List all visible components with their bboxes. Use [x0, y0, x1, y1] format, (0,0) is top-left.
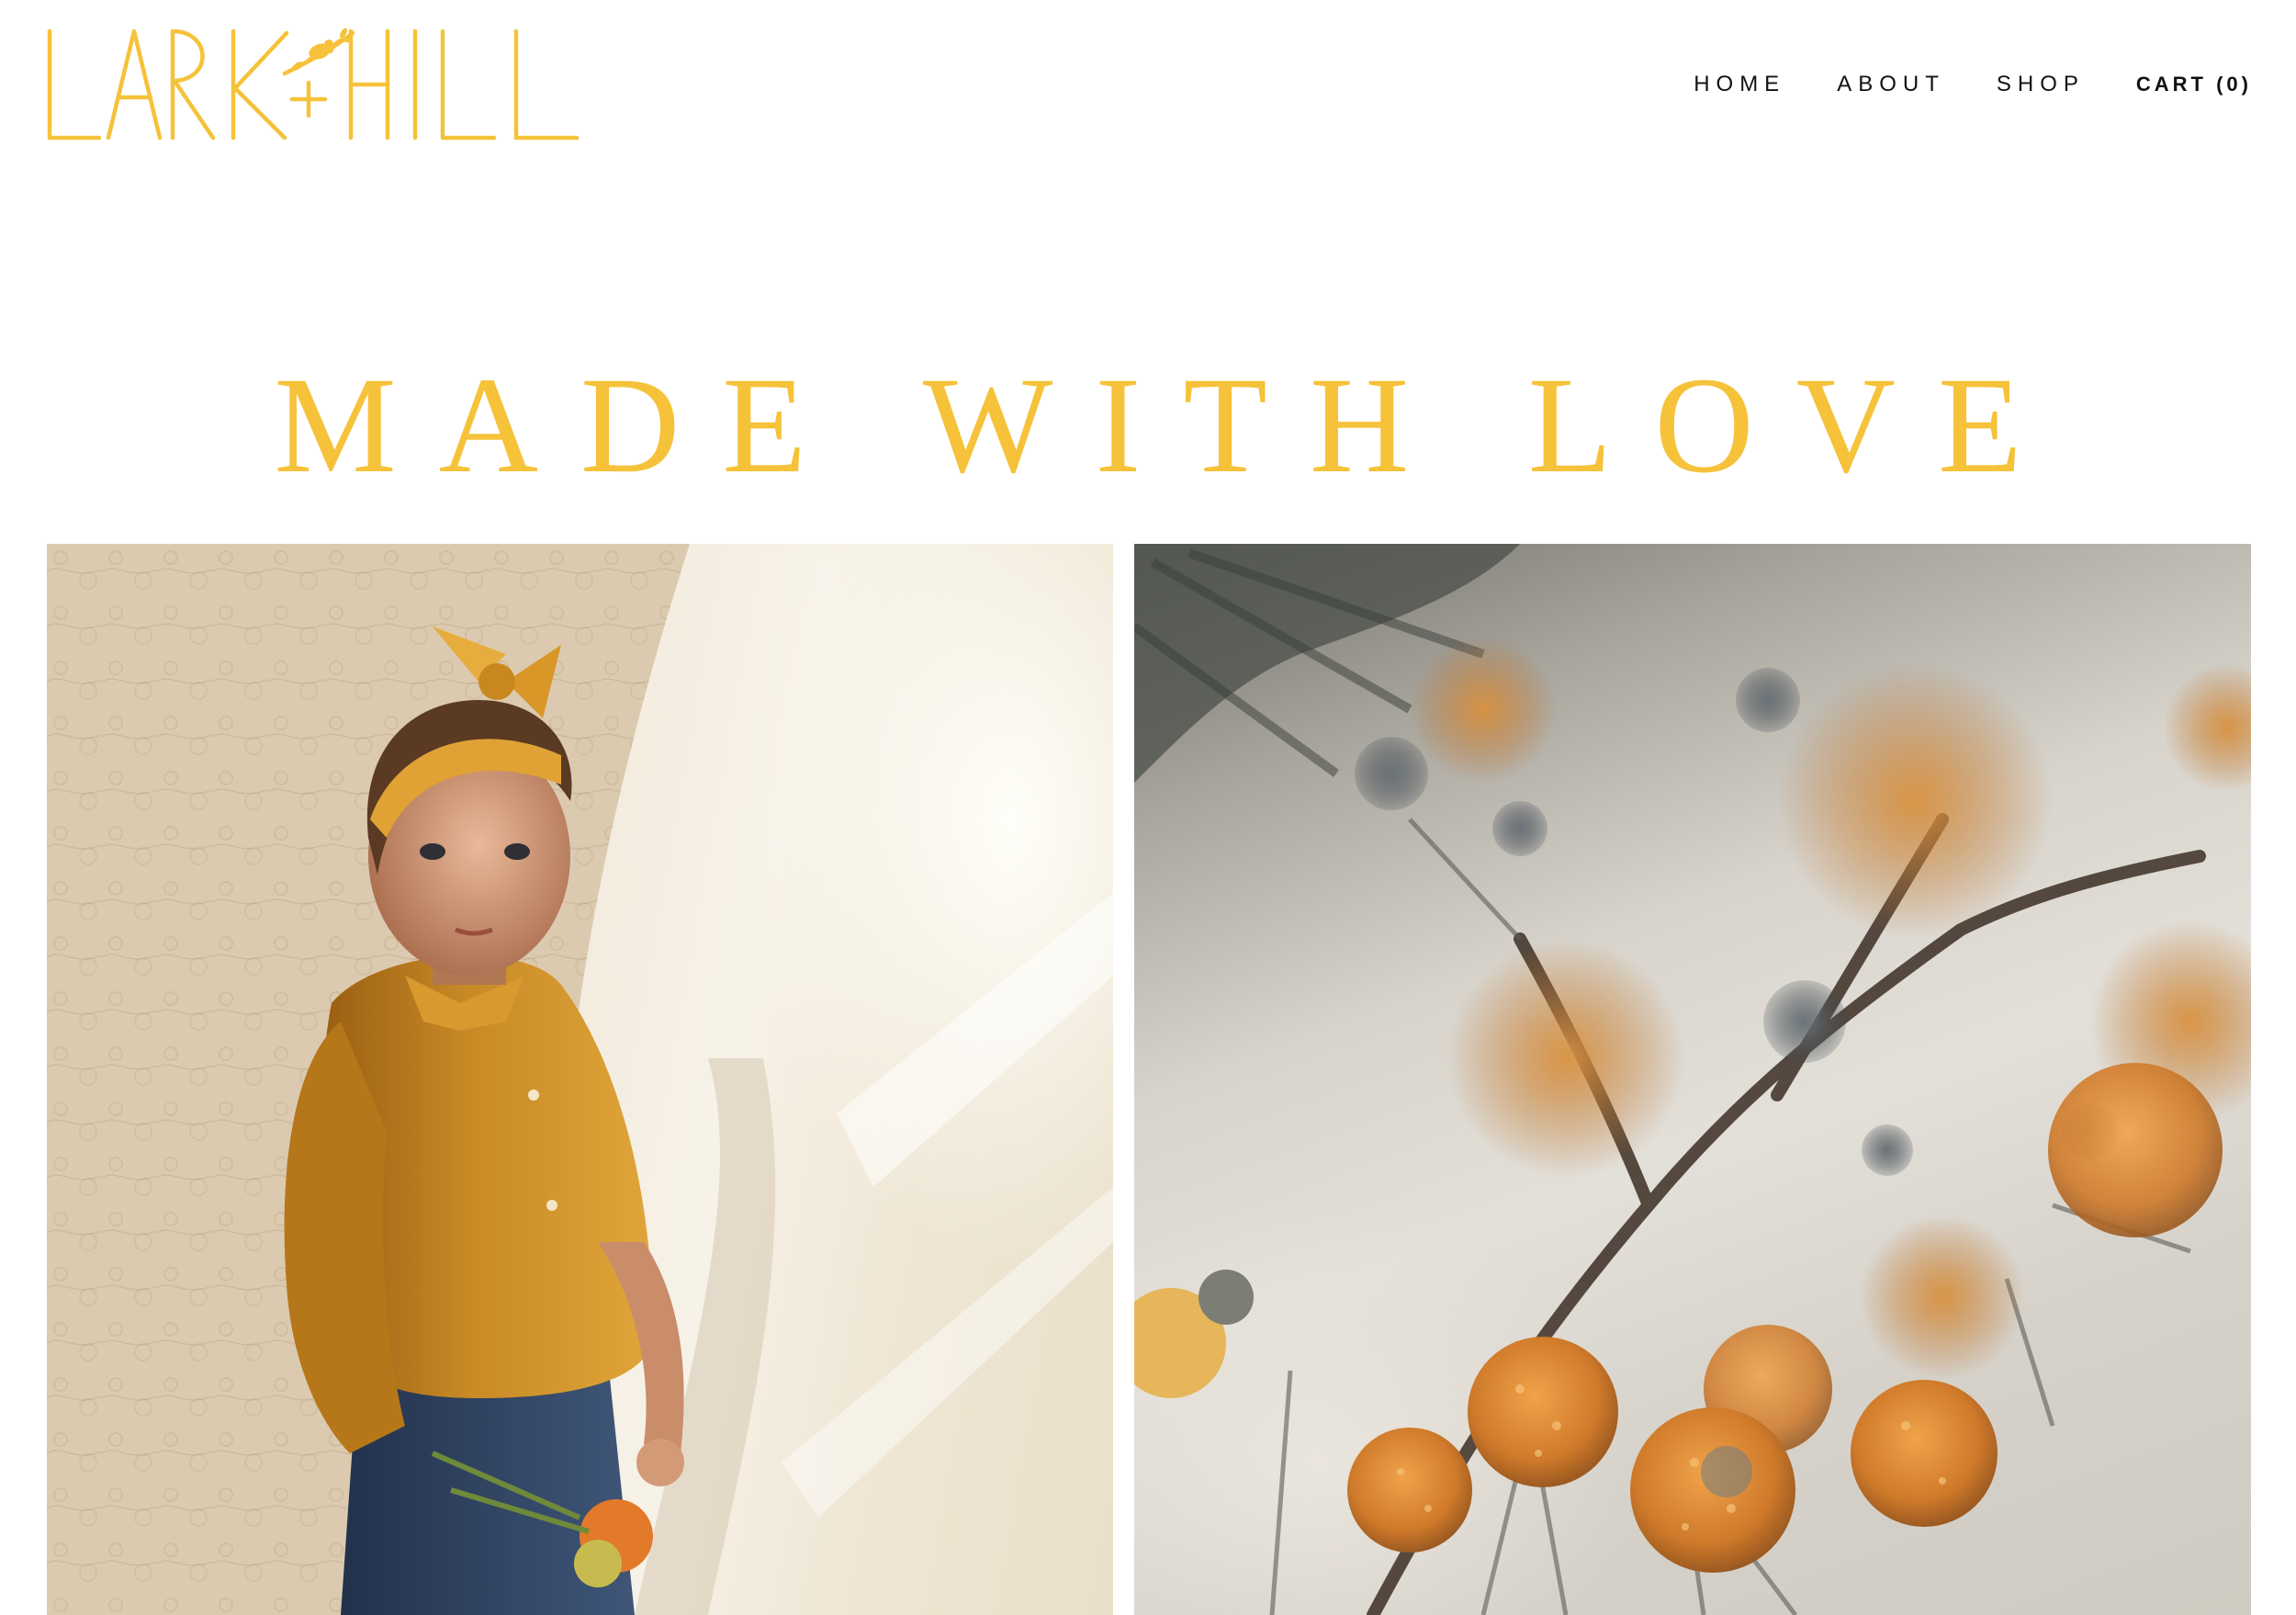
- hero-title: MADE WITH LOVE: [274, 349, 2065, 502]
- child-portrait-image[interactable]: [47, 544, 1113, 1615]
- site-header: HOME ABOUT SHOP CART (0): [0, 0, 2296, 165]
- nav-about-link[interactable]: ABOUT: [1837, 72, 1945, 97]
- dried-flowers-image[interactable]: [1134, 544, 2251, 1615]
- dried-flowers-illustration: [1134, 544, 2251, 1615]
- main-nav: HOME ABOUT SHOP CART (0): [1694, 66, 2252, 103]
- nav-shop-link[interactable]: SHOP: [1997, 72, 2085, 97]
- brand-logo[interactable]: [44, 20, 595, 149]
- child-portrait-illustration: [47, 544, 1113, 1615]
- nav-home-link[interactable]: HOME: [1694, 72, 1785, 97]
- lark-hill-logo-icon: [47, 28, 580, 141]
- nav-cart-link[interactable]: CART (0): [2136, 73, 2252, 96]
